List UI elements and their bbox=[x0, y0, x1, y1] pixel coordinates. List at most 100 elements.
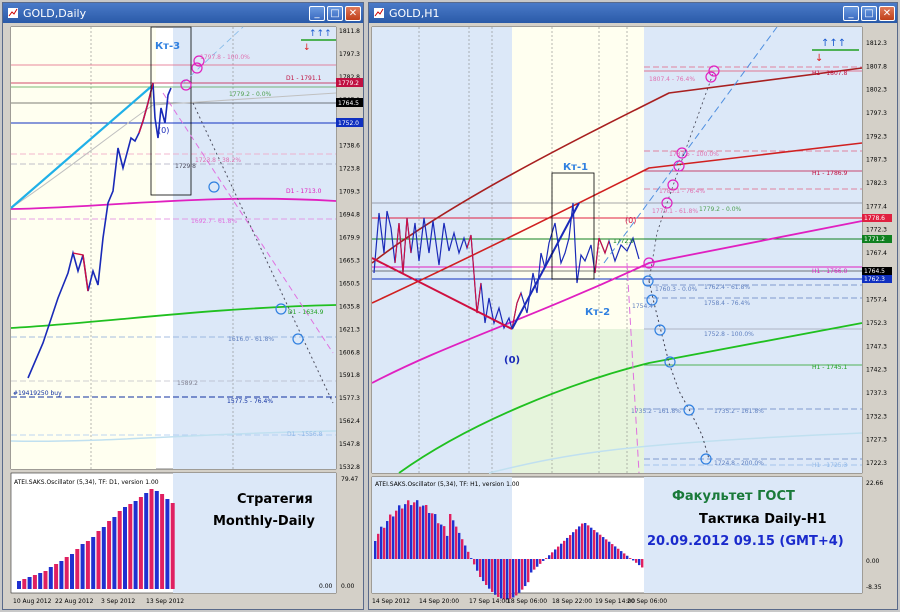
price-box-label: 1771.2 bbox=[864, 236, 885, 243]
level-1735b-label: 1735.2 - 161.8% bbox=[714, 408, 764, 415]
osc-bar bbox=[48, 567, 53, 589]
price-box-label: 1778.6 bbox=[864, 215, 885, 222]
h1-chart-window: GOLD,H1 _ □ ✕ ↑↑↑ ↓ Кт-1 Кт-2 (0) (0) H1… bbox=[368, 2, 898, 610]
date-tick: 17 Sep 14:00 bbox=[469, 598, 509, 605]
h1-chart-area[interactable]: ↑↑↑ ↓ Кт-1 Кт-2 (0) (0) H1 - 1807.8 1807… bbox=[369, 23, 897, 609]
osc-bar bbox=[497, 559, 500, 597]
order-label: #19419250 buy bbox=[13, 390, 62, 397]
price-tick: 1732.3 bbox=[866, 413, 887, 420]
date-tick: 18 Sep 22:00 bbox=[552, 598, 592, 605]
date-tick: 14 Sep 2012 bbox=[372, 598, 410, 605]
osc-tick-top: 79.47 bbox=[341, 476, 358, 483]
chart-window-icon bbox=[374, 8, 384, 18]
osc-bar bbox=[608, 541, 611, 559]
osc-bar bbox=[557, 546, 560, 559]
price-tick: 1621.3 bbox=[339, 326, 360, 333]
daily-window-titlebar[interactable]: GOLD,Daily _ □ ✕ bbox=[3, 3, 363, 23]
maximize-button[interactable]: □ bbox=[861, 5, 877, 21]
osc-bar bbox=[458, 532, 461, 559]
osc-bar bbox=[389, 514, 392, 559]
level-1779-label: 1779.2 - 0.0% bbox=[229, 91, 272, 98]
price-tick: 1738.6 bbox=[339, 143, 360, 150]
level-1779a-label: 1779.1 - 61.8% bbox=[652, 208, 698, 215]
level-1752-label: 1752.8 - 100.0% bbox=[704, 331, 754, 338]
osc-bar bbox=[527, 559, 530, 583]
osc-bar bbox=[518, 559, 521, 593]
osc-bar bbox=[434, 514, 437, 559]
osc-bar bbox=[422, 505, 425, 559]
osc-bar bbox=[446, 535, 449, 559]
price-tick: 1812.3 bbox=[866, 40, 887, 47]
date-tick: 18 Sep 06:00 bbox=[507, 598, 547, 605]
down-arrow-icon: ↓ bbox=[815, 53, 823, 64]
daily-chart-area[interactable]: ↑↑↑ ↓ Кт-3 (0) 1797.8 - 100.0% D1 - 1791… bbox=[3, 23, 363, 609]
minimize-button[interactable]: _ bbox=[309, 5, 325, 21]
level-1760-label: 1760.3 - 0.0% bbox=[655, 286, 698, 293]
price-tick: 1807.8 bbox=[866, 63, 887, 70]
price-tick: 1679.9 bbox=[339, 235, 360, 242]
osc-bar bbox=[515, 559, 518, 596]
price-tick: 1777.4 bbox=[866, 203, 887, 210]
osc-bar bbox=[144, 493, 149, 589]
d1-1791-label: D1 - 1791.1 bbox=[286, 75, 322, 82]
price-tick: 1797.3 bbox=[339, 51, 360, 58]
osc-bar bbox=[112, 517, 117, 589]
strategy-title: Стратегия bbox=[237, 492, 313, 507]
price-tick: 1723.8 bbox=[339, 166, 360, 173]
osc-bar bbox=[485, 559, 488, 586]
osc-bar bbox=[545, 558, 548, 559]
osc-bar bbox=[632, 559, 635, 561]
osc-bar bbox=[533, 559, 536, 570]
level-1692-label: 1692.7 - 61.8% bbox=[191, 218, 237, 225]
date-tick: 3 Sep 2012 bbox=[101, 598, 135, 605]
osc-bar bbox=[32, 575, 37, 589]
osc-bar bbox=[542, 559, 545, 561]
osc-bar bbox=[641, 559, 644, 568]
osc-bar bbox=[536, 559, 539, 567]
price-tick: 1606.8 bbox=[339, 349, 360, 356]
maximize-button[interactable]: □ bbox=[327, 5, 343, 21]
osc-bar bbox=[464, 545, 467, 559]
h1-1725-label: H1 - 1725.3 bbox=[812, 462, 847, 469]
minimize-button[interactable]: _ bbox=[843, 5, 859, 21]
osc-bar bbox=[473, 559, 476, 565]
price-tick: 1562.4 bbox=[339, 418, 360, 425]
date-axis: 14 Sep 2012 14 Sep 20:00 17 Sep 14:0018 Se… bbox=[372, 598, 667, 605]
osc-bar bbox=[59, 561, 64, 589]
tactic-title: Тактика Daily-H1 bbox=[699, 512, 827, 527]
osc-bar bbox=[494, 559, 497, 595]
osc-bar bbox=[410, 505, 413, 559]
level-1724-label: 1724.8 - 200.0% bbox=[714, 460, 764, 467]
price-box-label: 1764.5 bbox=[864, 268, 885, 275]
level-1772-label: 1772.9 bbox=[613, 238, 634, 245]
price-tick: 1767.4 bbox=[866, 250, 887, 257]
osc-tick-bottom: -8.35 bbox=[866, 584, 882, 591]
h1-window-titlebar[interactable]: GOLD,H1 _ □ ✕ bbox=[369, 3, 897, 23]
osc-bar bbox=[512, 559, 515, 598]
kt2-label: Кт-2 bbox=[585, 307, 610, 318]
d1-1556-label: D1 - 1556.8 bbox=[287, 431, 323, 438]
kt3-label: Кт-3 bbox=[155, 41, 180, 52]
osc-bar bbox=[101, 527, 106, 589]
price-boxes: 1778.6 1771.2 1764.51762.3 bbox=[862, 214, 892, 283]
price-tick: 1709.3 bbox=[339, 189, 360, 196]
osc-bar bbox=[54, 564, 59, 589]
osc-bar bbox=[509, 559, 512, 599]
close-button[interactable]: ✕ bbox=[345, 5, 361, 21]
osc-bar bbox=[443, 526, 446, 559]
osc-bar bbox=[419, 506, 422, 559]
price-tick: 1722.3 bbox=[866, 460, 887, 467]
osc-bar bbox=[455, 526, 458, 559]
price-tick: 1787.3 bbox=[866, 157, 887, 164]
d1-1634-label: D1 - 1634.9 bbox=[288, 309, 324, 316]
close-button[interactable]: ✕ bbox=[879, 5, 895, 21]
up-arrows-icon: ↑↑↑ bbox=[821, 38, 846, 49]
osc-bar bbox=[491, 559, 494, 592]
price-box-label: 1752.0 bbox=[338, 120, 359, 127]
oscillator-title: ATEI.SAKS.Oscillator (5,34), TF: H1, ver… bbox=[375, 481, 520, 488]
osc-bar bbox=[133, 501, 138, 589]
osc-bar bbox=[554, 549, 557, 559]
osc-bar bbox=[524, 559, 527, 587]
price-tick: 1752.3 bbox=[866, 320, 887, 327]
h1-1786-label: H1 - 1786.9 bbox=[812, 170, 847, 177]
